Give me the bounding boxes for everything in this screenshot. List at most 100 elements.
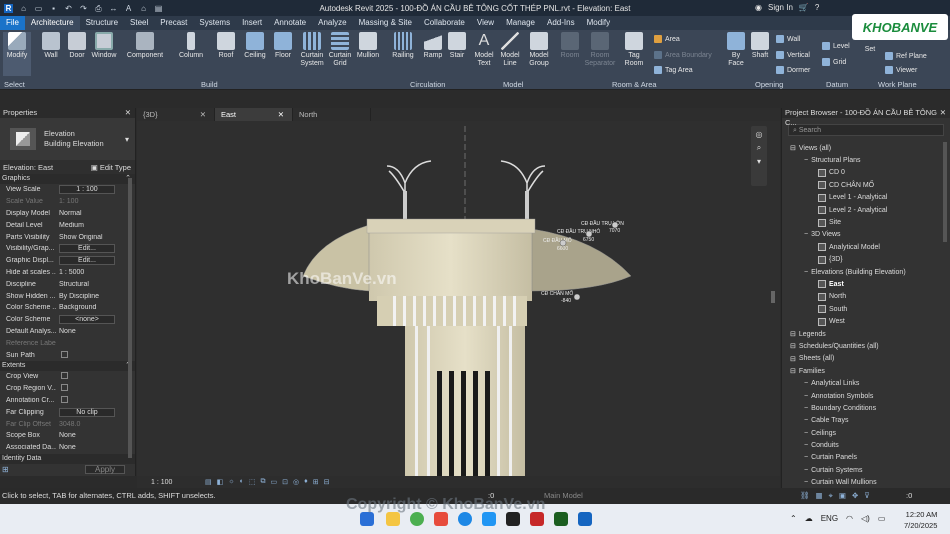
zoom-icon[interactable]: ⌕: [757, 143, 761, 153]
view-icon[interactable]: [818, 181, 826, 190]
browser-item[interactable]: − Conduits: [782, 439, 950, 451]
modify-button[interactable]: Modify: [3, 32, 31, 76]
expander-icon[interactable]: −: [804, 269, 808, 276]
by-face-button[interactable]: By Face: [724, 32, 748, 68]
browser-item[interactable]: North: [782, 291, 950, 303]
properties-help-icon[interactable]: ⊞: [2, 465, 9, 474]
tab-annotate[interactable]: Annotate: [268, 16, 312, 30]
ref-plane-button[interactable]: Ref Plane: [885, 52, 927, 60]
section-identity-data[interactable]: Identity Data: [0, 453, 135, 464]
property-value[interactable]: None: [56, 432, 135, 439]
close-icon[interactable]: ✕: [125, 108, 131, 118]
expander-icon[interactable]: ⊟: [790, 330, 796, 338]
area-button[interactable]: Area: [654, 35, 680, 43]
floor-button[interactable]: Floor: [272, 32, 294, 60]
tab-3d[interactable]: {3D} ✕: [137, 108, 215, 121]
checkbox[interactable]: [61, 350, 68, 358]
tab-analyze[interactable]: Analyze: [312, 16, 352, 30]
roof-button[interactable]: Roof: [214, 32, 238, 60]
expander-icon[interactable]: −: [804, 417, 808, 424]
grid-button[interactable]: Grid: [822, 58, 846, 66]
room-separator-button[interactable]: Room Separator: [584, 32, 616, 68]
properties-scrollbar[interactable]: [128, 178, 132, 458]
browser-item[interactable]: ⊟ Legends: [782, 328, 950, 340]
browser-item[interactable]: − Boundary Conditions: [782, 402, 950, 414]
clock[interactable]: 12:20 AM 7/20/2025: [904, 509, 937, 531]
browser-item[interactable]: ⊟ Views (all): [782, 142, 950, 154]
browser-item[interactable]: −3D Views: [782, 229, 950, 241]
undo-icon[interactable]: ↶: [64, 4, 73, 13]
view-icon[interactable]: [818, 317, 826, 326]
edge-icon[interactable]: [458, 512, 472, 526]
lock-icon[interactable]: ⊡: [282, 478, 288, 486]
edit-type-button[interactable]: ▣ Edit Type: [91, 163, 131, 172]
browser-item[interactable]: − Structural Plans: [782, 154, 950, 166]
shaft-button[interactable]: Shaft: [748, 32, 772, 60]
door-button[interactable]: Door: [66, 32, 88, 60]
cloud-icon[interactable]: ☁: [805, 514, 813, 523]
view-icon[interactable]: [818, 218, 826, 227]
property-row[interactable]: Sun Path: [0, 349, 135, 361]
property-value[interactable]: None: [56, 444, 135, 451]
start-icon[interactable]: [360, 512, 374, 526]
expander-icon[interactable]: −: [804, 430, 808, 437]
dormer-button[interactable]: Dormer: [776, 66, 810, 74]
store-icon[interactable]: [482, 512, 496, 526]
property-row[interactable]: Display Model Normal: [0, 208, 135, 220]
browser-item[interactable]: West: [782, 315, 950, 327]
property-value[interactable]: Edit...: [56, 244, 135, 254]
reveal-hidden-icon[interactable]: ♦: [304, 478, 308, 486]
close-icon[interactable]: ✕: [278, 108, 284, 121]
mullion-button[interactable]: Mullion: [354, 32, 382, 60]
property-value[interactable]: Edit...: [56, 256, 135, 266]
column-button[interactable]: Column: [176, 32, 206, 60]
open-icon[interactable]: ▭: [34, 4, 43, 13]
view-icon[interactable]: [818, 193, 826, 202]
property-value[interactable]: 1 : 100: [56, 185, 135, 195]
panel-room-area[interactable]: Room & Area: [612, 80, 657, 89]
tab-steel[interactable]: Steel: [124, 16, 154, 30]
level-label-dau-mo[interactable]: CĐ ĐẦU MỐ: [543, 237, 572, 244]
view-icon[interactable]: [818, 280, 826, 289]
checkbox[interactable]: [61, 372, 68, 380]
expander-icon[interactable]: ⊟: [790, 342, 796, 350]
expander-icon[interactable]: −: [804, 454, 808, 461]
tag-room-button[interactable]: Tag Room: [622, 32, 646, 68]
browser-item[interactable]: − Curtain Systems: [782, 464, 950, 476]
section-graphics[interactable]: Graphics⌃: [0, 174, 135, 184]
browser-item[interactable]: Site: [782, 216, 950, 228]
sign-in-link[interactable]: Sign In: [768, 3, 793, 12]
wall-button[interactable]: Wall: [40, 32, 62, 60]
render-icon[interactable]: ⬚: [249, 478, 256, 486]
file-explorer-icon[interactable]: [386, 512, 400, 526]
tab-add-ins[interactable]: Add-Ins: [541, 16, 581, 30]
area-boundary-button[interactable]: Area Boundary: [654, 51, 712, 59]
detail-level-icon[interactable]: ▤: [205, 478, 212, 486]
property-row[interactable]: Default Analys... None: [0, 326, 135, 338]
browser-item[interactable]: Level 2 - Analytical: [782, 204, 950, 216]
property-row[interactable]: Graphic Displ... Edit...: [0, 255, 135, 267]
property-row[interactable]: Discipline Structural: [0, 278, 135, 290]
analytical-model-icon[interactable]: ⊞: [313, 478, 319, 486]
select-pinned-icon[interactable]: ⌖: [829, 488, 833, 504]
property-field[interactable]: Edit...: [59, 244, 115, 254]
drag-elements-icon[interactable]: ✥: [852, 488, 858, 504]
property-field[interactable]: Edit...: [59, 256, 115, 266]
steering-wheel-icon[interactable]: ◎: [756, 130, 763, 139]
view-icon[interactable]: [818, 168, 826, 177]
expander-icon[interactable]: −: [804, 380, 808, 387]
browser-search-input[interactable]: ⌕ Search: [788, 124, 944, 136]
property-value[interactable]: [56, 372, 135, 381]
property-row[interactable]: Crop View: [0, 371, 135, 383]
property-value[interactable]: Show Original: [56, 234, 135, 241]
pdf-icon[interactable]: [434, 512, 448, 526]
property-value[interactable]: [56, 350, 135, 360]
wps-icon[interactable]: [530, 512, 544, 526]
sun-path-icon[interactable]: ☼: [228, 478, 234, 486]
curtain-grid-button[interactable]: Curtain Grid: [328, 32, 352, 68]
expander-icon[interactable]: −: [804, 157, 808, 164]
tab-north[interactable]: North: [293, 108, 371, 121]
active-model[interactable]: Main Model: [544, 488, 583, 504]
browser-item[interactable]: ⊟ Sheets (all): [782, 353, 950, 365]
model-line-button[interactable]: Model Line: [498, 32, 522, 68]
